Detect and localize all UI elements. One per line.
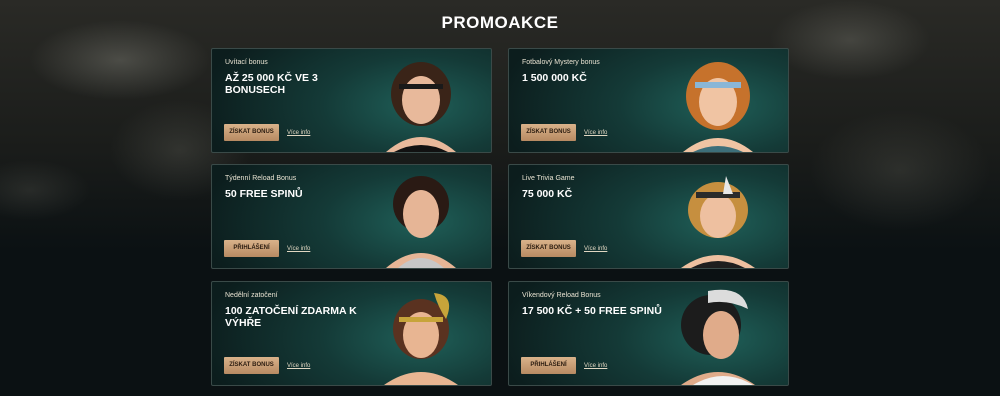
promo-portrait-image — [681, 176, 755, 268]
promo-offer: 50 FREE SPINŮ — [225, 188, 303, 200]
more-info-link[interactable]: Více info — [287, 246, 310, 252]
promo-card-weekly-reload-bonus[interactable]: Týdenní Reload Bonus 50 FREE SPINŮ PŘIHL… — [211, 164, 492, 269]
promo-card-weekend-reload-bonus[interactable]: Víkendový Reload Bonus 17 500 KČ + 50 FR… — [508, 281, 789, 386]
promo-subtitle: Fotbalový Mystery bonus — [522, 59, 600, 66]
promo-portrait-image — [386, 176, 456, 268]
get-bonus-button[interactable]: ZÍSKAT BONUS — [224, 357, 279, 374]
get-bonus-button[interactable]: ZÍSKAT BONUS — [224, 124, 279, 141]
more-info-link[interactable]: Více info — [287, 363, 310, 369]
login-button[interactable]: PŘIHLÁŠENÍ — [224, 240, 279, 257]
more-info-link[interactable]: Více info — [287, 130, 310, 136]
promo-offer: 100 ZATOČENÍ ZDARMA K VÝHŘE — [225, 305, 357, 329]
promo-card-welcome-bonus[interactable]: Uvítací bonus AŽ 25 000 KČ VE 3 BONUSECH… — [211, 48, 492, 153]
more-info-link[interactable]: Více info — [584, 130, 607, 136]
promo-offer: 1 500 000 KČ — [522, 72, 587, 84]
get-bonus-button[interactable]: ZÍSKAT BONUS — [521, 240, 576, 257]
page-title: PROMOAKCE — [441, 13, 559, 32]
promo-portrait-image — [384, 293, 458, 385]
promo-subtitle: Nedělní zatočení — [225, 292, 278, 299]
promo-portrait-image — [683, 62, 753, 152]
promo-subtitle: Týdenní Reload Bonus — [225, 175, 297, 182]
get-bonus-button[interactable]: ZÍSKAT BONUS — [521, 124, 576, 141]
promo-offer: 17 500 KČ + 50 FREE SPINŮ — [522, 305, 662, 317]
promo-subtitle: Uvítací bonus — [225, 59, 268, 66]
promo-subtitle: Víkendový Reload Bonus — [522, 292, 601, 299]
promo-portrait-image — [681, 289, 755, 385]
more-info-link[interactable]: Více info — [584, 363, 607, 369]
more-info-link[interactable]: Více info — [584, 246, 607, 252]
promo-portrait-image — [386, 62, 456, 152]
promo-card-live-trivia-game[interactable]: Live Trivia Game 75 000 KČ ZÍSKAT BONUS … — [508, 164, 789, 269]
promo-offer: 75 000 KČ — [522, 188, 573, 200]
login-button[interactable]: PŘIHLÁŠENÍ — [521, 357, 576, 374]
promo-card-sunday-spins[interactable]: Nedělní zatočení 100 ZATOČENÍ ZDARMA K V… — [211, 281, 492, 386]
promo-offer: AŽ 25 000 KČ VE 3 BONUSECH — [225, 72, 318, 96]
background-image — [0, 0, 1000, 250]
promo-card-football-mystery-bonus[interactable]: Fotbalový Mystery bonus 1 500 000 KČ ZÍS… — [508, 48, 789, 153]
promo-subtitle: Live Trivia Game — [522, 175, 575, 182]
